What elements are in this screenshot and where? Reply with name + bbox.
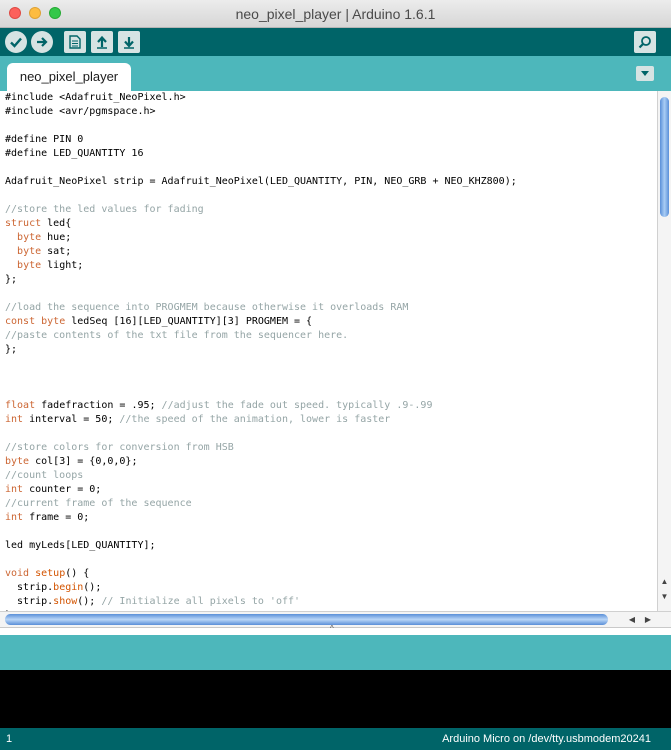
code-line[interactable]: //load the sequence into PROGMEM because… bbox=[5, 301, 657, 315]
scroll-down-arrow-icon[interactable]: ▼ bbox=[658, 591, 671, 602]
new-sketch-button[interactable] bbox=[64, 31, 86, 53]
code-line[interactable]: //count loops bbox=[5, 469, 657, 483]
tab-bar: neo_pixel_player bbox=[0, 56, 671, 91]
triangle-down-icon bbox=[641, 71, 649, 76]
code-line[interactable] bbox=[5, 525, 657, 539]
code-line[interactable]: byte sat; bbox=[5, 245, 657, 259]
code-editor[interactable]: #include <Adafruit_NeoPixel.h> #include <… bbox=[0, 91, 657, 611]
upload-button[interactable] bbox=[31, 31, 53, 53]
code-line[interactable]: strip.begin(); bbox=[5, 581, 657, 595]
code-line[interactable] bbox=[5, 357, 657, 371]
arrow-right-icon bbox=[37, 37, 48, 47]
code-line[interactable] bbox=[5, 553, 657, 567]
code-line[interactable]: Adafruit_NeoPixel strip = Adafruit_NeoPi… bbox=[5, 175, 657, 189]
document-icon bbox=[69, 35, 81, 49]
code-line[interactable]: //paste contents of the txt file from th… bbox=[5, 329, 657, 343]
code-line[interactable] bbox=[5, 161, 657, 175]
code-line[interactable]: int frame = 0; bbox=[5, 511, 657, 525]
line-number: 1 bbox=[6, 733, 13, 745]
code-line[interactable]: byte hue; bbox=[5, 231, 657, 245]
horizontal-scrollbar[interactable]: ◀ ▶ bbox=[0, 611, 671, 627]
console-output[interactable] bbox=[0, 670, 671, 728]
tab-menu-button[interactable] bbox=[636, 66, 654, 81]
magnifier-icon bbox=[638, 36, 651, 49]
vertical-scrollbar[interactable]: ▲ ▼ bbox=[657, 91, 671, 611]
code-line[interactable]: float fadefraction = .95; //adjust the f… bbox=[5, 399, 657, 413]
tab-neo-pixel-player[interactable]: neo_pixel_player bbox=[7, 63, 131, 91]
code-line[interactable] bbox=[5, 287, 657, 301]
scroll-left-arrow-icon[interactable]: ◀ bbox=[626, 614, 638, 625]
code-line[interactable] bbox=[5, 371, 657, 385]
code-line[interactable]: int interval = 50; //the speed of the an… bbox=[5, 413, 657, 427]
code-line[interactable]: #include <Adafruit_NeoPixel.h> bbox=[5, 91, 657, 105]
verify-button[interactable] bbox=[5, 31, 27, 53]
arrow-up-icon bbox=[97, 35, 107, 49]
code-line[interactable]: #define LED_QUANTITY 16 bbox=[5, 147, 657, 161]
code-line[interactable] bbox=[5, 119, 657, 133]
code-line[interactable]: led myLeds[LED_QUANTITY]; bbox=[5, 539, 657, 553]
code-line[interactable]: byte light; bbox=[5, 259, 657, 273]
code-line[interactable]: }; bbox=[5, 273, 657, 287]
code-line[interactable]: const byte ledSeq [16][LED_QUANTITY][3] … bbox=[5, 315, 657, 329]
serial-monitor-button[interactable] bbox=[634, 31, 656, 53]
message-area bbox=[0, 635, 671, 670]
code-line[interactable]: void setup() { bbox=[5, 567, 657, 581]
code-line[interactable] bbox=[5, 427, 657, 441]
vertical-scroll-thumb[interactable] bbox=[660, 97, 669, 217]
code-line[interactable]: }; bbox=[5, 343, 657, 357]
code-line[interactable] bbox=[5, 189, 657, 203]
caret-up-icon: ^ bbox=[330, 624, 334, 633]
scroll-up-arrow-icon[interactable]: ▲ bbox=[658, 576, 671, 587]
code-line[interactable]: #define PIN 0 bbox=[5, 133, 657, 147]
open-sketch-button[interactable] bbox=[91, 31, 113, 53]
checkmark-icon bbox=[10, 37, 22, 48]
code-line[interactable]: #include <avr/pgmspace.h> bbox=[5, 105, 657, 119]
status-bar: 1 Arduino Micro on /dev/tty.usbmodem2024… bbox=[0, 728, 671, 750]
save-sketch-button[interactable] bbox=[118, 31, 140, 53]
code-line[interactable]: //store the led values for fading bbox=[5, 203, 657, 217]
code-text[interactable]: #include <Adafruit_NeoPixel.h> #include <… bbox=[0, 91, 657, 611]
code-line[interactable]: strip.show(); // Initialize all pixels t… bbox=[5, 595, 657, 609]
code-line[interactable]: byte col[3] = {0,0,0}; bbox=[5, 455, 657, 469]
title-bar: neo_pixel_player | Arduino 1.6.1 bbox=[0, 0, 671, 28]
code-line[interactable]: //current frame of the sequence bbox=[5, 497, 657, 511]
code-line[interactable]: struct led{ bbox=[5, 217, 657, 231]
window-title: neo_pixel_player | Arduino 1.6.1 bbox=[235, 6, 436, 22]
toolbar bbox=[0, 28, 671, 56]
arrow-down-icon bbox=[124, 37, 134, 49]
code-line[interactable]: //store colors for conversion from HSB bbox=[5, 441, 657, 455]
code-line[interactable]: int counter = 0; bbox=[5, 483, 657, 497]
pane-splitter[interactable]: ^ bbox=[0, 624, 671, 635]
scroll-right-arrow-icon[interactable]: ▶ bbox=[642, 614, 654, 625]
horizontal-scroll-thumb[interactable] bbox=[5, 614, 608, 625]
code-line[interactable] bbox=[5, 385, 657, 399]
board-port-info: Arduino Micro on /dev/tty.usbmodem20241 bbox=[442, 733, 651, 745]
